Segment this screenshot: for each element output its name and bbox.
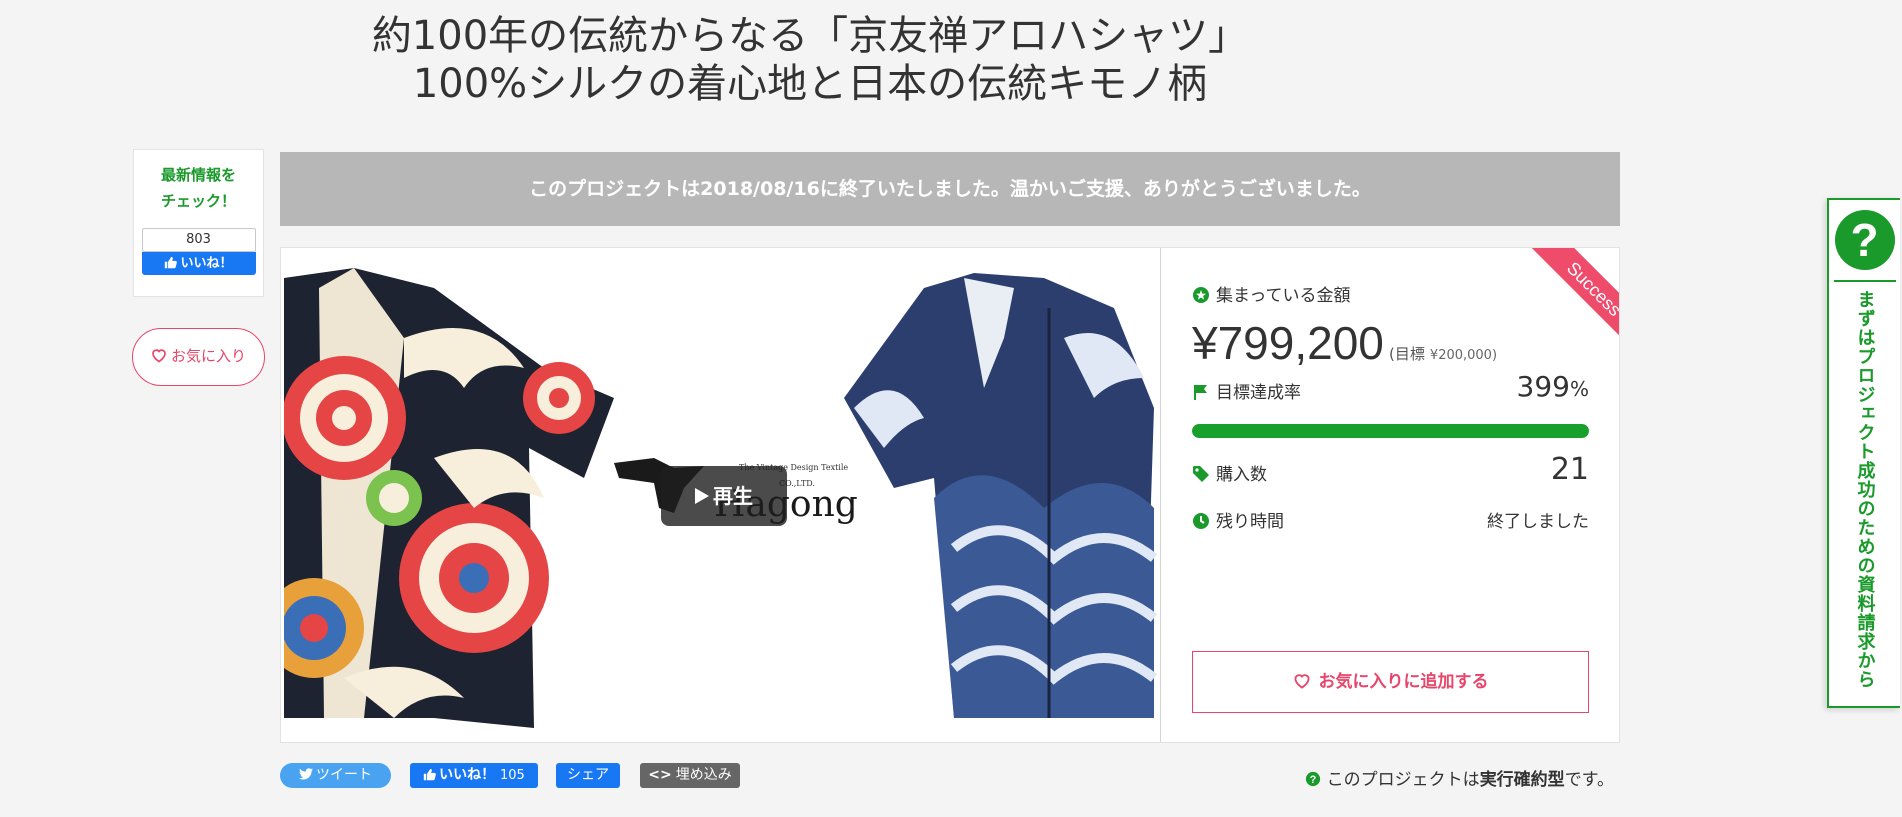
play-label: 再生	[713, 484, 753, 508]
play-icon	[695, 488, 709, 504]
video-player[interactable]: Hagong The Vintage Design Textile CO.,LT…	[284, 248, 1161, 742]
raised-amount-row: ¥799,200 (目標 ¥200,000)	[1192, 316, 1497, 370]
buyers-label: 購入数	[1216, 465, 1267, 485]
question-icon: ?	[1834, 210, 1895, 270]
page-title: 約100年の伝統からなる「京友禅アロハシャツ」 100%シルクの着心地と日本の伝…	[0, 12, 1620, 108]
remaining-row: 残り時間 終了しました	[1192, 507, 1589, 532]
heart-icon	[1294, 674, 1309, 689]
rate-label: 目標達成率	[1216, 383, 1301, 403]
play-button[interactable]: 再生	[661, 466, 787, 526]
execution-type[interactable]: 実行確約型	[1480, 770, 1565, 790]
facebook-like-label: いいね！	[180, 256, 233, 271]
remaining-value: 終了しました	[1487, 512, 1589, 532]
side-tab-text: まずはプロジェクト成功のための資料請求から	[1854, 290, 1876, 689]
add-to-favorites-label: お気に入りに追加する	[1318, 672, 1489, 692]
svg-text:?: ?	[1309, 774, 1316, 786]
remaining-label: 残り時間	[1216, 512, 1284, 532]
share-like-button[interactable]: いいね！ 105	[410, 763, 538, 788]
raised-label: 集まっている金額	[1216, 286, 1351, 306]
right-shirt-image	[844, 273, 1158, 718]
share-like-count: 105	[500, 768, 525, 783]
latest-info-line-2: チェック！	[160, 192, 236, 210]
goal-amount: ¥200,000)	[1429, 348, 1498, 363]
raised-amount: ¥799,200	[1192, 317, 1384, 369]
like-count-box: 803	[141, 228, 256, 252]
execution-prefix: このプロジェクトは	[1326, 770, 1480, 790]
question-circle-icon[interactable]: ?	[1305, 771, 1321, 787]
rate-value: 399	[1516, 370, 1570, 403]
execution-type-note: ? このプロジェクトは実行確約型です。	[1305, 765, 1614, 790]
favorite-button[interactable]: お気に入り	[132, 328, 265, 386]
tweet-button[interactable]: ツイート	[280, 763, 391, 788]
thumbs-up-icon	[423, 768, 436, 781]
tag-icon	[1193, 466, 1209, 482]
heart-icon	[152, 349, 166, 363]
title-line-1: 約100年の伝統からなる「京友禅アロハシャツ」	[371, 13, 1249, 59]
flag-icon	[1194, 385, 1207, 400]
thumbs-up-icon	[165, 256, 178, 269]
latest-info-line-1: 最新情報を	[160, 166, 236, 184]
star-circle-icon	[1193, 287, 1209, 303]
code-icon: <>	[648, 767, 672, 783]
title-line-2: 100%シルクの着心地と日本の伝統キモノ柄	[412, 61, 1208, 107]
left-shirt-image	[284, 268, 614, 728]
progress-bar-fill	[1192, 424, 1589, 438]
facebook-share-button[interactable]: シェア	[556, 763, 620, 788]
rate-row: 目標達成率 399%	[1192, 370, 1589, 403]
twitter-bird-icon	[299, 768, 313, 780]
project-ended-banner: このプロジェクトは2018/08/16に終了いたしました。温かいご支援、ありがと…	[280, 152, 1620, 226]
project-card: Hagong The Vintage Design Textile CO.,LT…	[280, 247, 1620, 743]
add-to-favorites-button[interactable]: お気に入りに追加する	[1192, 651, 1589, 713]
document-request-side-tab[interactable]: ? まずはプロジェクト成功のための資料請求から	[1827, 198, 1900, 708]
embed-label: 埋め込み	[675, 767, 732, 783]
tweet-label: ツイート	[316, 767, 372, 783]
progress-bar	[1192, 424, 1589, 438]
project-stats: Success 集まっている金額 ¥799,200 (目標 ¥200,000) …	[1192, 248, 1619, 742]
latest-info-box: 最新情報を チェック！ 803 いいね！	[133, 149, 264, 297]
rate-unit: %	[1569, 377, 1589, 401]
buyers-row: 購入数 21	[1192, 452, 1589, 487]
favorite-label: お気に入り	[170, 347, 246, 365]
goal-prefix: (目標	[1388, 345, 1425, 363]
facebook-like-button[interactable]: いいね！	[141, 252, 256, 275]
execution-suffix: です。	[1564, 770, 1614, 790]
latest-info-heading: 最新情報を チェック！	[134, 162, 263, 214]
clock-icon	[1193, 513, 1209, 529]
side-tab-divider	[1833, 280, 1896, 282]
share-like-label: いいね！	[439, 767, 496, 783]
raised-row: 集まっている金額	[1192, 281, 1589, 306]
embed-button[interactable]: <> 埋め込み	[640, 763, 740, 788]
buyers-value: 21	[1550, 452, 1589, 487]
